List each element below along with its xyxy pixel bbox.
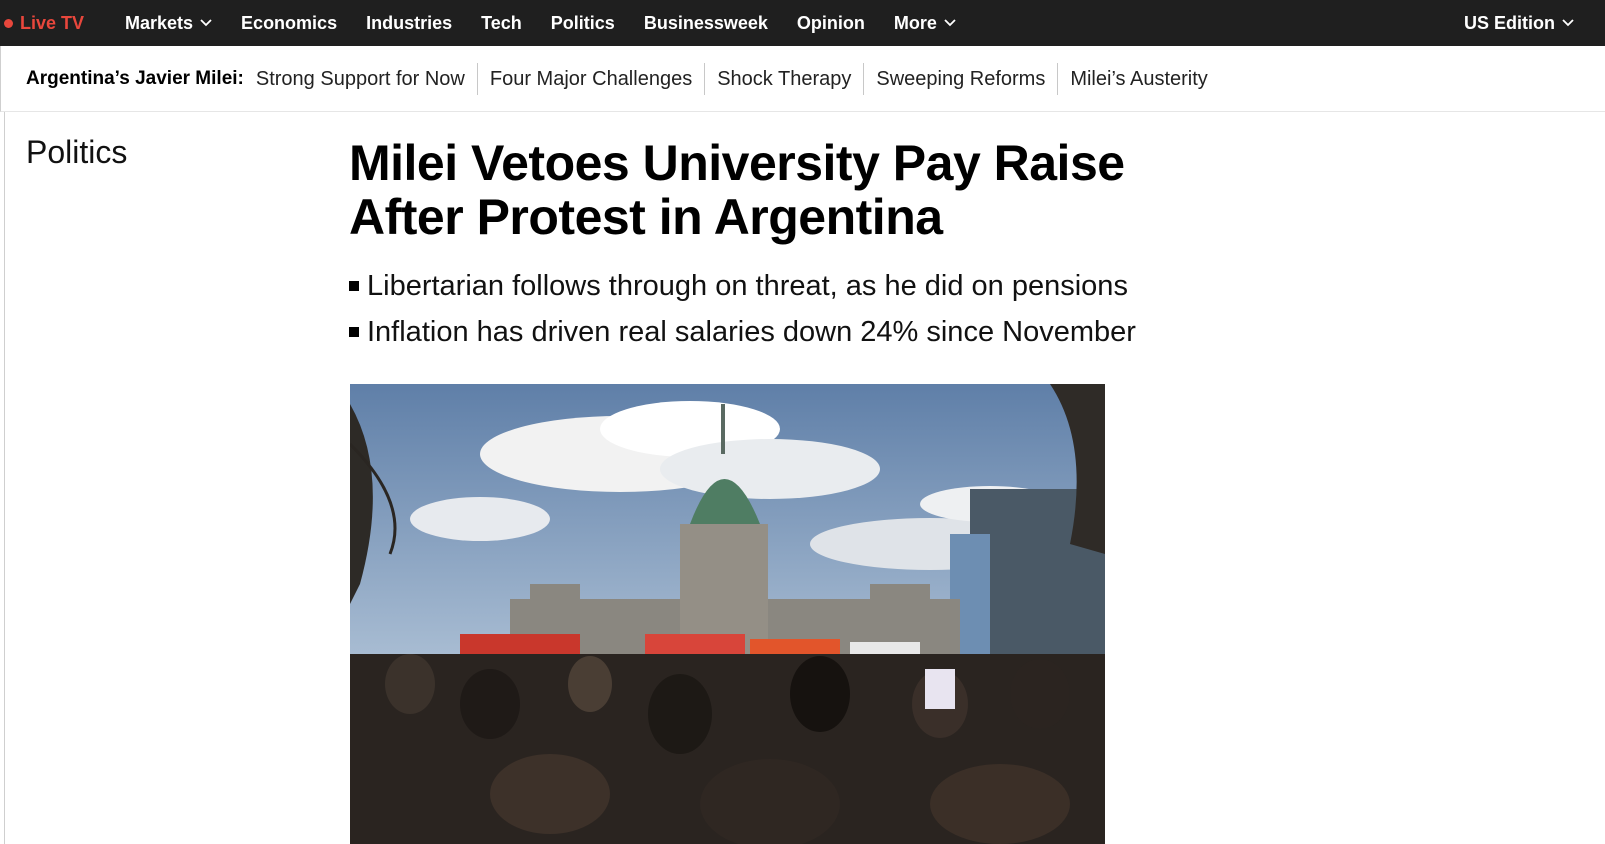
nav-item-economics[interactable]: Economics (241, 13, 337, 34)
subnav-link-strong-support[interactable]: Strong Support for Now (256, 63, 477, 95)
subnav-link-shock-therapy[interactable]: Shock Therapy (704, 62, 863, 95)
nav-item-label: Economics (241, 12, 338, 33)
article-summary: Libertarian follows through on threat, a… (349, 263, 1249, 355)
nav-item-label: Industries (366, 12, 453, 33)
congress-protest-illustration (350, 384, 1105, 844)
left-divider (4, 112, 5, 844)
top-navigation-bar: Live TV Markets Economics Industries Tec… (0, 0, 1605, 46)
nav-item-label: Markets (125, 12, 194, 33)
nav-item-label: More (893, 12, 937, 33)
subnav-link-reforms[interactable]: Sweeping Reforms (863, 62, 1057, 95)
article-headline: Milei Vetoes University Pay Raise After … (349, 135, 1125, 245)
nav-item-tech[interactable]: Tech (481, 13, 522, 34)
chevron-down-icon (944, 19, 956, 27)
nav-items: Markets Economics Industries Tech Politi… (125, 0, 985, 46)
nav-item-businessweek[interactable]: Businessweek (644, 13, 768, 34)
nav-item-markets[interactable]: Markets (125, 13, 212, 34)
summary-bullet: Libertarian follows through on threat, a… (349, 263, 1249, 309)
summary-bullet-text: Inflation has driven real salaries down … (367, 315, 1136, 348)
nav-item-opinion[interactable]: Opinion (797, 13, 865, 34)
nav-item-label: Tech (481, 12, 522, 33)
subnav-link-austerity[interactable]: Milei’s Austerity (1057, 62, 1219, 95)
edition-selector[interactable]: US Edition (1464, 0, 1574, 46)
nav-item-label: Politics (550, 12, 615, 33)
summary-bullet: Inflation has driven real salaries down … (349, 309, 1249, 355)
summary-bullet-text: Libertarian follows through on threat, a… (367, 269, 1128, 302)
nav-item-label: Opinion (796, 12, 865, 33)
article-lead-photo (350, 384, 1105, 844)
nav-item-more[interactable]: More (894, 13, 956, 34)
subnav-link-challenges[interactable]: Four Major Challenges (476, 62, 704, 95)
section-label[interactable]: Politics (26, 134, 127, 171)
edition-label: US Edition (1464, 12, 1555, 33)
live-dot-icon (4, 18, 13, 28)
topic-subnav: Argentina’s Javier Milei: Strong Support… (0, 46, 1605, 112)
live-tv-label: Live TV (20, 12, 85, 33)
chevron-down-icon (1562, 19, 1574, 27)
live-tv-link[interactable]: Live TV (4, 0, 84, 46)
nav-item-industries[interactable]: Industries (366, 13, 452, 34)
bullet-square-icon (349, 327, 359, 337)
nav-item-politics[interactable]: Politics (551, 13, 615, 34)
chevron-down-icon (200, 19, 212, 27)
bullet-square-icon (349, 281, 359, 291)
nav-item-label: Businessweek (643, 12, 768, 33)
subnav-title: Argentina’s Javier Milei: (26, 67, 244, 89)
